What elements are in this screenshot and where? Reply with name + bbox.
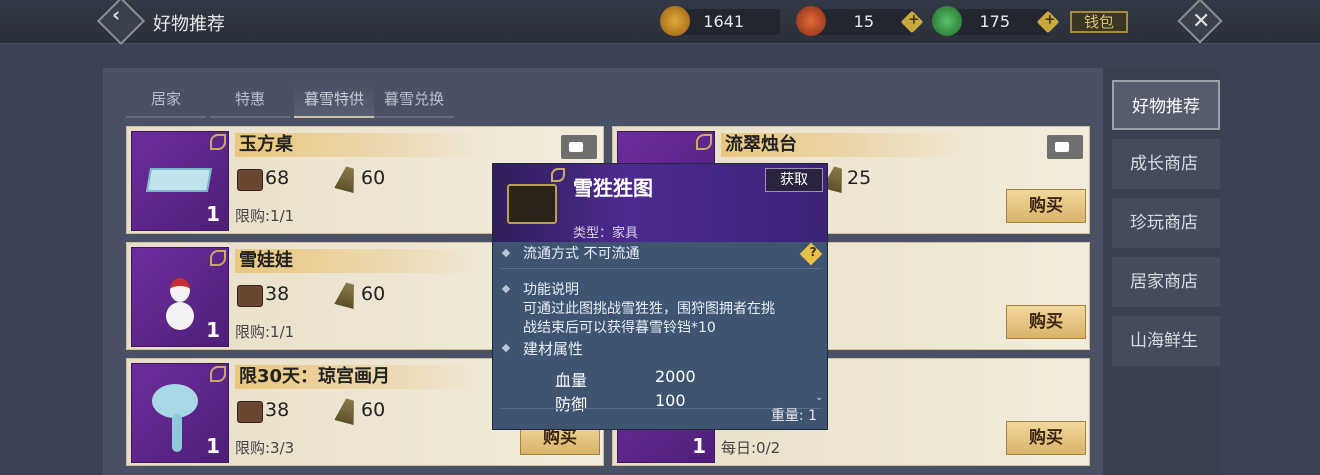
item-price-chest: 38 bbox=[265, 283, 290, 305]
circulation-info: 流通方式 不可流通 bbox=[523, 246, 640, 262]
snowman-icon bbox=[166, 302, 194, 330]
wallet-button[interactable]: 钱包 bbox=[1070, 11, 1128, 33]
back-arrow-icon: ‹ bbox=[112, 2, 121, 27]
scroll-down-icon[interactable]: ⌄ bbox=[815, 392, 823, 403]
link-icon bbox=[210, 250, 226, 266]
purchase-limit: 限购:1/1 bbox=[235, 207, 295, 225]
item-detail-popup: 雪狌狌图 获取 类型：家具 流通方式 不可流通 ? 功能说明 可通过此图挑战雪狌… bbox=[492, 163, 828, 430]
page-title: 好物推荐 bbox=[153, 14, 225, 35]
close-button[interactable]: ✕ bbox=[1177, 0, 1223, 44]
hp-value: 2000 bbox=[655, 367, 696, 386]
item-quantity: 1 bbox=[206, 318, 220, 342]
tab-home[interactable]: 居家 bbox=[126, 84, 206, 118]
tab-muxue-special[interactable]: 暮雪特供 bbox=[294, 84, 374, 118]
item-price-bell: 60 bbox=[361, 283, 386, 305]
item-name: 限30天：琼宫画月 bbox=[235, 365, 485, 389]
close-icon: ✕ bbox=[1191, 9, 1211, 35]
item-thumbnail: 1 bbox=[131, 363, 229, 463]
obtain-button[interactable]: 获取 bbox=[765, 168, 823, 192]
sidebar-item-growth-shop[interactable]: 成长商店 bbox=[1112, 139, 1220, 189]
top-bar: ‹ 好物推荐 1641 15 + 175 + 钱包 ✕ bbox=[0, 0, 1320, 46]
daily-limit: 每日:0/2 bbox=[721, 439, 781, 457]
painting-icon bbox=[152, 384, 198, 418]
item-quantity: 1 bbox=[692, 434, 706, 458]
red-jade-icon bbox=[796, 6, 826, 36]
buy-button[interactable]: 购买 bbox=[1006, 305, 1086, 339]
item-price-bell: 25 bbox=[847, 167, 872, 189]
bell-currency-icon bbox=[334, 281, 360, 309]
purchase-limit: 限购:1/1 bbox=[235, 323, 295, 341]
item-name: 玉方桌 bbox=[235, 133, 485, 157]
function-desc-line1: 可通过此图挑战雪狌狌，围狩图拥者在挑 bbox=[523, 301, 775, 317]
item-price-bell: 60 bbox=[361, 399, 386, 421]
chest-currency-icon bbox=[237, 285, 263, 307]
gold-coin-icon bbox=[660, 6, 690, 36]
bell-currency-icon bbox=[334, 397, 360, 425]
function-title: 功能说明 bbox=[523, 282, 579, 298]
preview-camera-icon[interactable] bbox=[1047, 135, 1083, 159]
chest-currency-icon bbox=[237, 401, 263, 423]
link-icon bbox=[696, 134, 712, 150]
add-red-button[interactable]: + bbox=[900, 10, 924, 34]
scroll-painting-icon bbox=[507, 184, 557, 224]
currency-red: 15 + bbox=[796, 6, 924, 36]
popup-header: 雪狌狌图 获取 类型：家具 bbox=[493, 164, 827, 242]
buy-button[interactable]: 购买 bbox=[1006, 421, 1086, 455]
sidebar-item-seafood[interactable]: 山海鲜生 bbox=[1112, 316, 1220, 366]
sidebar-item-recommended[interactable]: 好物推荐 bbox=[1112, 80, 1220, 130]
item-thumbnail: 1 bbox=[131, 131, 229, 231]
item-name: 流翠烛台 bbox=[721, 133, 971, 157]
defense-label: 防御 bbox=[555, 395, 588, 414]
sidebar-item-treasure-shop[interactable]: 珍玩商店 bbox=[1112, 198, 1220, 248]
link-icon bbox=[210, 134, 226, 150]
back-button[interactable]: ‹ bbox=[96, 0, 146, 46]
hp-label: 血量 bbox=[555, 371, 588, 390]
buy-button[interactable]: 购买 bbox=[1006, 189, 1086, 223]
item-name: 雪娃娃 bbox=[235, 249, 485, 273]
currency-green: 175 + bbox=[932, 6, 1060, 36]
popup-item-name: 雪狌狌图 bbox=[573, 176, 653, 200]
item-price-chest: 38 bbox=[265, 399, 290, 421]
function-desc-line2: 战结束后可以获得暮雪铃铛*10 bbox=[523, 320, 716, 336]
item-price-chest: 68 bbox=[265, 167, 290, 189]
preview-camera-icon[interactable] bbox=[561, 135, 597, 159]
bell-currency-icon bbox=[334, 165, 360, 193]
item-type: 类型：家具 bbox=[573, 226, 639, 241]
item-price-bell: 60 bbox=[361, 167, 386, 189]
attribute-title: 建材属性 bbox=[523, 340, 584, 358]
link-icon bbox=[210, 366, 226, 382]
currency-red-value: 15 bbox=[853, 12, 874, 31]
item-weight: 重量: 1 bbox=[770, 408, 817, 424]
item-thumbnail: 1 bbox=[131, 247, 229, 347]
item-quantity: 1 bbox=[206, 434, 220, 458]
tab-discount[interactable]: 特惠 bbox=[210, 84, 290, 118]
sidebar-item-home-shop[interactable]: 居家商店 bbox=[1112, 257, 1220, 307]
currency-green-value: 175 bbox=[979, 12, 1010, 31]
currency-gold-value: 1641 bbox=[703, 12, 744, 31]
link-icon bbox=[551, 168, 565, 182]
help-icon[interactable]: ? bbox=[799, 242, 823, 266]
currency-gold: 1641 bbox=[660, 6, 780, 36]
item-quantity: 1 bbox=[206, 202, 220, 226]
table-icon bbox=[145, 168, 213, 192]
purchase-limit: 限购:3/3 bbox=[235, 439, 295, 457]
add-green-button[interactable]: + bbox=[1036, 10, 1060, 34]
green-jade-icon bbox=[932, 6, 962, 36]
tab-muxue-exchange[interactable]: 暮雪兑换 bbox=[374, 84, 454, 118]
shop-sidebar: 好物推荐 成长商店 珍玩商店 居家商店 山海鲜生 bbox=[1104, 68, 1220, 475]
chest-currency-icon bbox=[237, 169, 263, 191]
